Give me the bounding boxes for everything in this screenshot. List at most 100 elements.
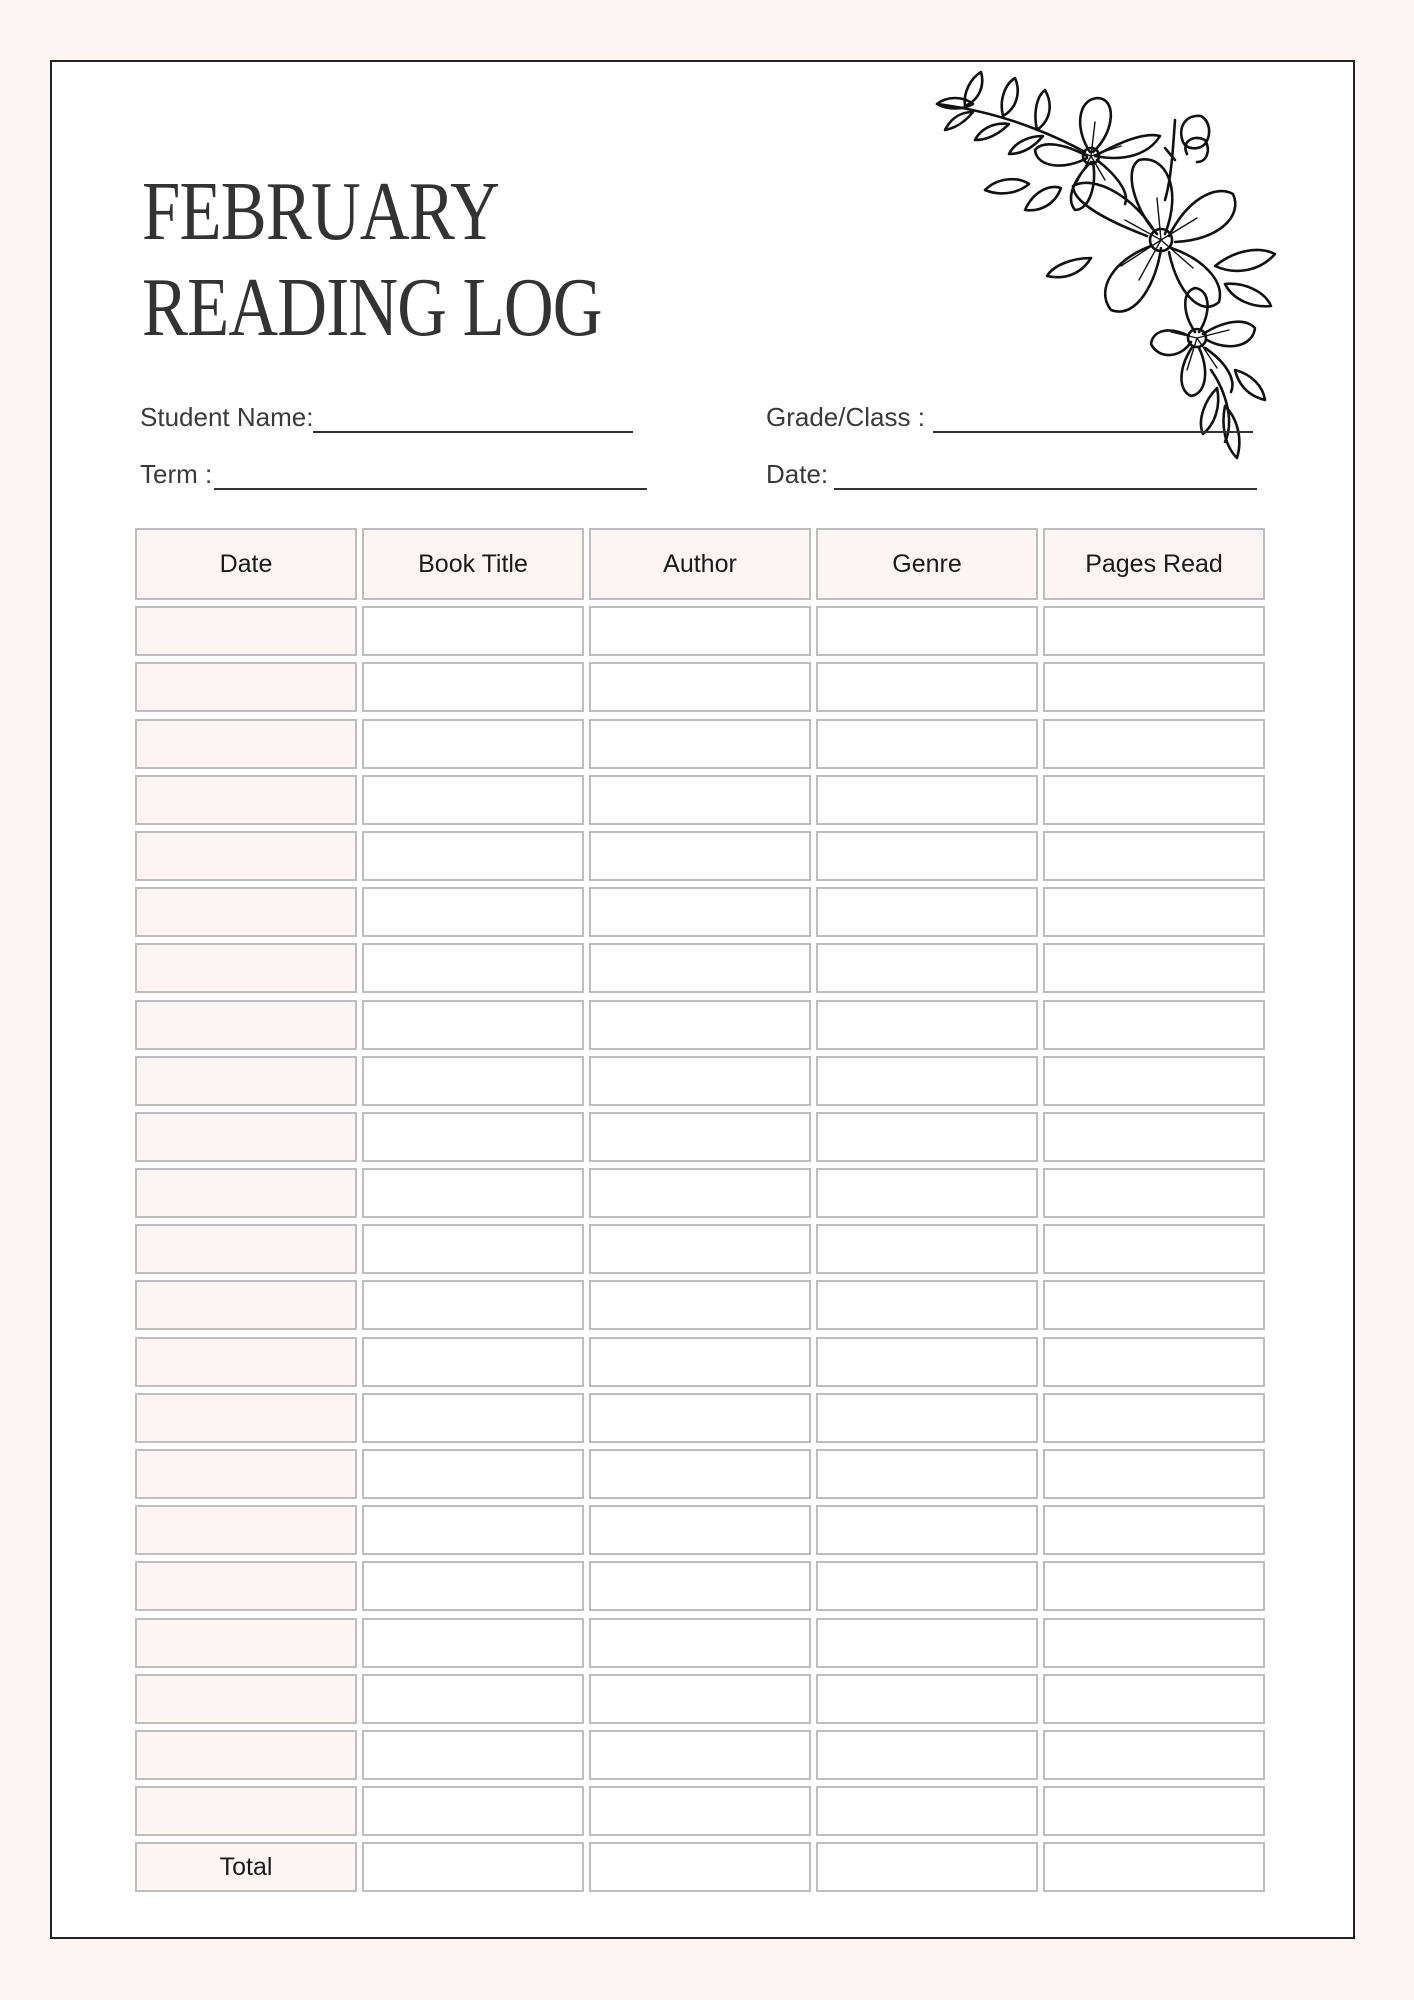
table-cell-date[interactable] [135, 830, 357, 881]
table-cell-date[interactable] [135, 1280, 357, 1331]
table-cell-author[interactable] [589, 1617, 811, 1668]
table-cell-author[interactable] [589, 1055, 811, 1106]
table-cell-author[interactable] [589, 606, 811, 657]
table-cell-book-title[interactable] [362, 718, 584, 769]
table-cell-pages-read[interactable] [1043, 1336, 1265, 1387]
table-cell-book-title[interactable] [362, 1336, 584, 1387]
table-cell-author[interactable] [589, 830, 811, 881]
table-cell-author[interactable] [589, 1336, 811, 1387]
table-cell-author[interactable] [589, 887, 811, 938]
table-cell-book-title[interactable] [362, 662, 584, 713]
term-input-line[interactable] [214, 488, 648, 490]
table-cell-date[interactable] [135, 662, 357, 713]
table-cell-genre[interactable] [816, 999, 1038, 1050]
table-cell-pages-read[interactable] [1043, 718, 1265, 769]
table-cell-genre[interactable] [816, 718, 1038, 769]
table-cell-genre[interactable] [816, 1617, 1038, 1668]
table-cell-genre[interactable] [816, 1449, 1038, 1499]
table-cell-date[interactable] [135, 718, 357, 769]
table-cell-book-title[interactable] [362, 1392, 584, 1443]
table-cell-author[interactable] [589, 1168, 811, 1219]
table-cell-date[interactable] [135, 1505, 357, 1556]
table-cell-book-title[interactable] [362, 887, 584, 938]
table-cell-pages-read[interactable] [1043, 1505, 1265, 1556]
table-cell-book-title[interactable] [362, 774, 584, 825]
table-cell-pages-read[interactable] [1043, 606, 1265, 657]
total-cell-pages-read[interactable] [1043, 1842, 1265, 1893]
table-cell-date[interactable] [135, 1168, 357, 1219]
table-cell-pages-read[interactable] [1043, 1449, 1265, 1499]
table-cell-book-title[interactable] [362, 1505, 584, 1556]
table-cell-book-title[interactable] [362, 606, 584, 657]
table-cell-genre[interactable] [816, 1729, 1038, 1780]
total-cell-author[interactable] [589, 1842, 811, 1893]
table-cell-genre[interactable] [816, 830, 1038, 881]
table-cell-book-title[interactable] [362, 1055, 584, 1106]
table-cell-date[interactable] [135, 943, 357, 994]
table-cell-pages-read[interactable] [1043, 1392, 1265, 1443]
table-cell-genre[interactable] [816, 1111, 1038, 1162]
student-name-input-line[interactable] [313, 431, 634, 433]
table-cell-book-title[interactable] [362, 1111, 584, 1162]
table-cell-pages-read[interactable] [1043, 662, 1265, 713]
table-cell-genre[interactable] [816, 774, 1038, 825]
table-cell-pages-read[interactable] [1043, 1729, 1265, 1780]
table-cell-date[interactable] [135, 1786, 357, 1837]
table-cell-date[interactable] [135, 887, 357, 938]
table-cell-genre[interactable] [816, 1561, 1038, 1612]
table-cell-author[interactable] [589, 774, 811, 825]
table-cell-date[interactable] [135, 1111, 357, 1162]
table-cell-author[interactable] [589, 1280, 811, 1331]
table-cell-book-title[interactable] [362, 1673, 584, 1724]
table-cell-genre[interactable] [816, 1392, 1038, 1443]
table-cell-pages-read[interactable] [1043, 887, 1265, 938]
table-cell-genre[interactable] [816, 1280, 1038, 1331]
table-cell-date[interactable] [135, 774, 357, 825]
table-cell-author[interactable] [589, 662, 811, 713]
table-cell-book-title[interactable] [362, 1786, 584, 1837]
table-cell-pages-read[interactable] [1043, 774, 1265, 825]
table-cell-date[interactable] [135, 1336, 357, 1387]
table-cell-pages-read[interactable] [1043, 1168, 1265, 1219]
table-cell-book-title[interactable] [362, 1449, 584, 1499]
table-cell-date[interactable] [135, 1729, 357, 1780]
table-cell-pages-read[interactable] [1043, 1786, 1265, 1837]
table-cell-author[interactable] [589, 1111, 811, 1162]
table-cell-book-title[interactable] [362, 1224, 584, 1275]
table-cell-author[interactable] [589, 1449, 811, 1499]
table-cell-genre[interactable] [816, 1673, 1038, 1724]
table-cell-genre[interactable] [816, 1505, 1038, 1556]
table-cell-date[interactable] [135, 1673, 357, 1724]
table-cell-genre[interactable] [816, 943, 1038, 994]
table-cell-author[interactable] [589, 1505, 811, 1556]
table-cell-pages-read[interactable] [1043, 999, 1265, 1050]
table-cell-author[interactable] [589, 718, 811, 769]
table-cell-genre[interactable] [816, 1336, 1038, 1387]
table-cell-pages-read[interactable] [1043, 943, 1265, 994]
table-cell-date[interactable] [135, 1224, 357, 1275]
table-cell-author[interactable] [589, 1786, 811, 1837]
table-cell-date[interactable] [135, 1055, 357, 1106]
table-cell-author[interactable] [589, 1729, 811, 1780]
table-cell-pages-read[interactable] [1043, 1280, 1265, 1331]
date-input-line[interactable] [834, 488, 1258, 490]
table-cell-pages-read[interactable] [1043, 1224, 1265, 1275]
table-cell-pages-read[interactable] [1043, 1055, 1265, 1106]
table-cell-pages-read[interactable] [1043, 1617, 1265, 1668]
grade-class-input-line[interactable] [932, 431, 1253, 433]
table-cell-book-title[interactable] [362, 999, 584, 1050]
table-cell-genre[interactable] [816, 1055, 1038, 1106]
table-cell-book-title[interactable] [362, 1561, 584, 1612]
table-cell-date[interactable] [135, 999, 357, 1050]
table-cell-book-title[interactable] [362, 1729, 584, 1780]
table-cell-book-title[interactable] [362, 1280, 584, 1331]
table-cell-genre[interactable] [816, 1168, 1038, 1219]
table-cell-author[interactable] [589, 1224, 811, 1275]
table-cell-genre[interactable] [816, 1786, 1038, 1837]
table-cell-genre[interactable] [816, 606, 1038, 657]
table-cell-author[interactable] [589, 1561, 811, 1612]
table-cell-pages-read[interactable] [1043, 1561, 1265, 1612]
table-cell-book-title[interactable] [362, 943, 584, 994]
table-cell-book-title[interactable] [362, 1168, 584, 1219]
table-cell-pages-read[interactable] [1043, 1111, 1265, 1162]
